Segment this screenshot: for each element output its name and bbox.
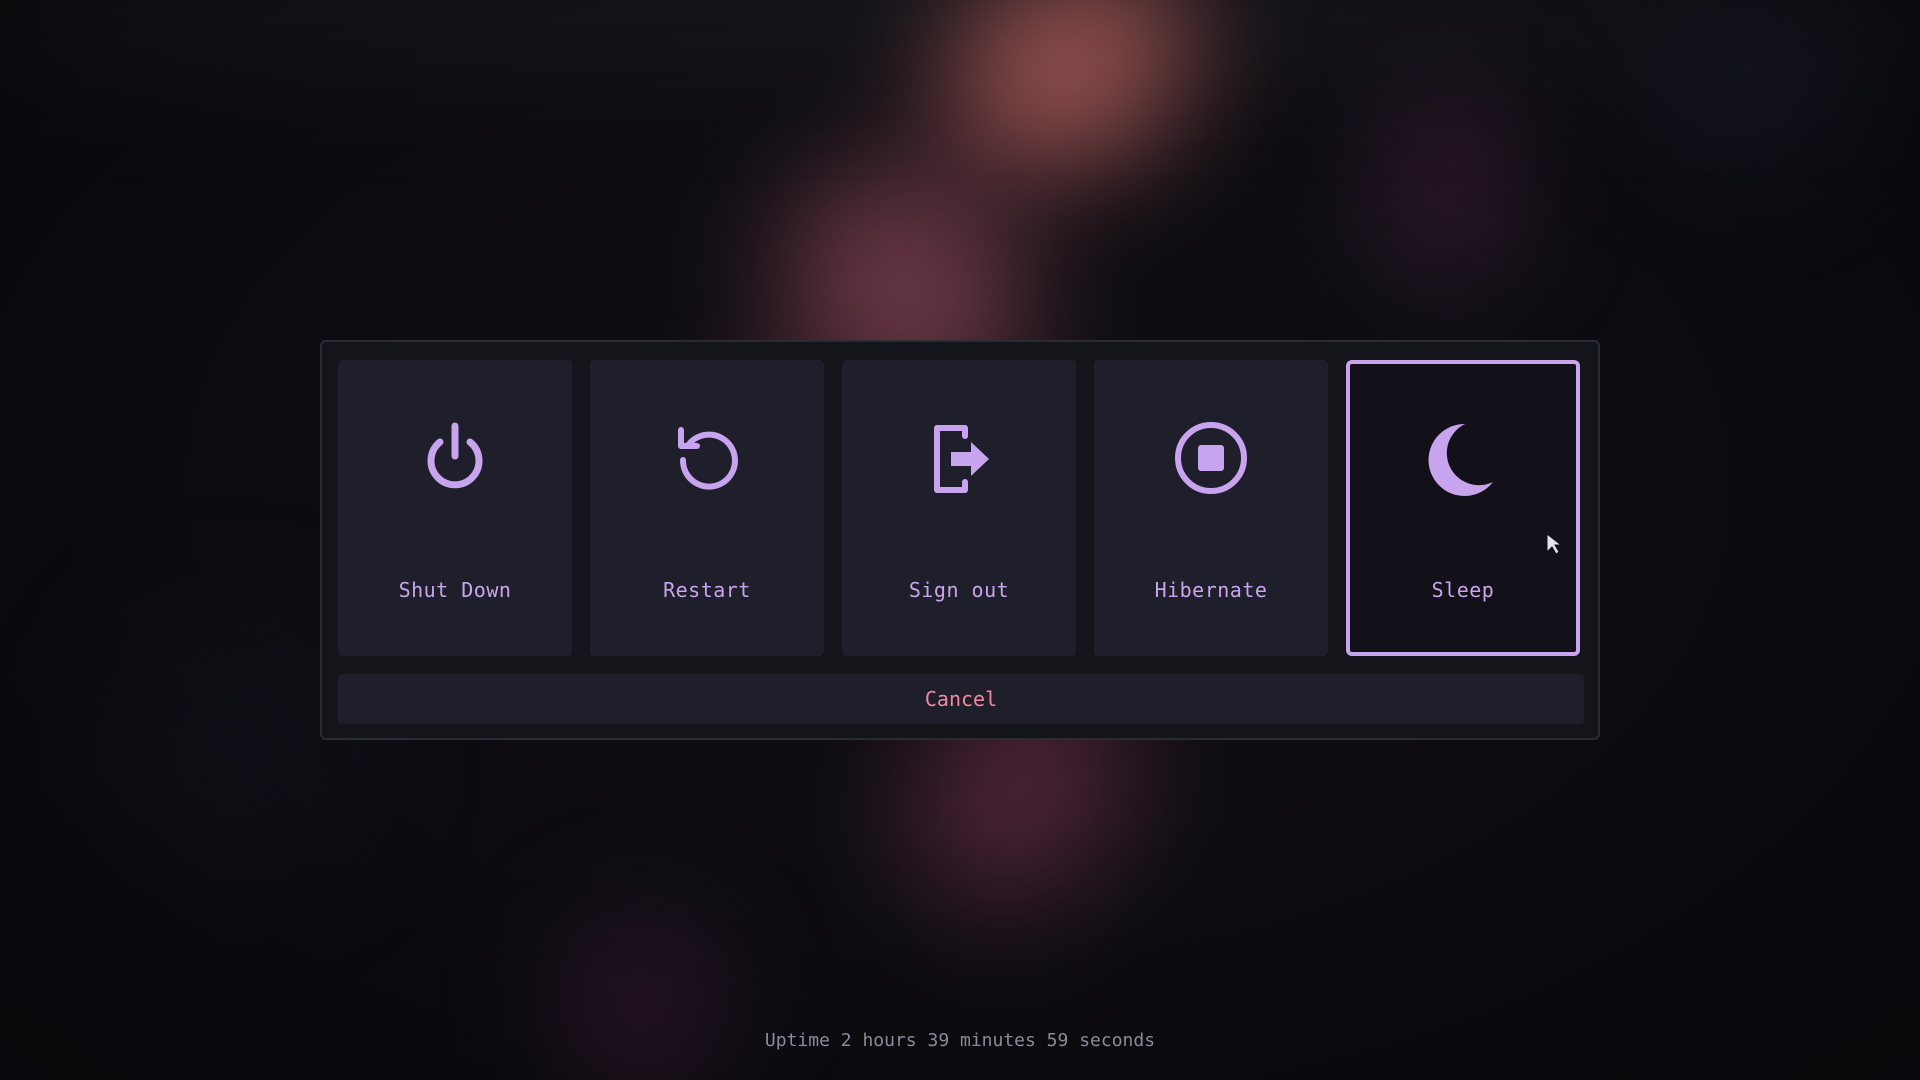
moon-icon <box>1428 423 1493 496</box>
sign-out-icon <box>934 425 989 493</box>
mouse-cursor-icon <box>1546 532 1563 555</box>
restart-button[interactable]: Restart <box>590 360 824 656</box>
power-menu-dialog: Shut Down Restart Sign out Hibernate Sle… <box>320 340 1600 740</box>
hibernate-icon <box>1175 422 1247 494</box>
shut-down-label: Shut Down <box>398 578 512 602</box>
shut-down-button[interactable]: Shut Down <box>338 360 572 656</box>
sleep-button[interactable]: Sleep <box>1346 360 1580 656</box>
hibernate-label: Hibernate <box>1154 578 1268 602</box>
sleep-label: Sleep <box>1431 578 1495 602</box>
cancel-button[interactable]: Cancel <box>338 674 1584 724</box>
sign-out-label: Sign out <box>908 578 1010 602</box>
hibernate-button[interactable]: Hibernate <box>1094 360 1328 656</box>
power-icon <box>427 422 483 489</box>
uptime-text: Uptime 2 hours 39 minutes 59 seconds <box>764 1030 1156 1051</box>
restart-icon <box>678 427 738 490</box>
restart-label: Restart <box>663 578 751 602</box>
sign-out-button[interactable]: Sign out <box>842 360 1076 656</box>
